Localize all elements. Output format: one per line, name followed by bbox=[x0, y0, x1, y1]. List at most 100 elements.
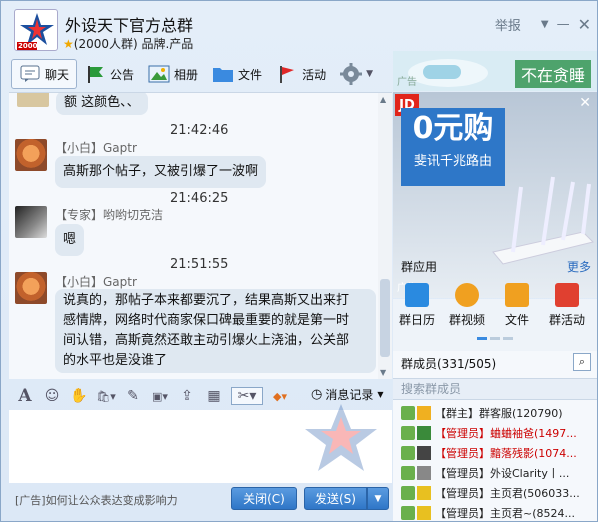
message-bubble: 高斯那个帖子，又被引爆了一波啊 bbox=[55, 156, 267, 188]
tab-chat[interactable]: 聊天 bbox=[11, 59, 78, 89]
app-label: 群日历 bbox=[398, 313, 435, 327]
member-avatar bbox=[401, 446, 415, 460]
right-panel: 广告 不在贪睡 JD ✕ 0元购 斐讯千兆路由 广告 群应用 更多 群日历 bbox=[393, 51, 597, 521]
scroll-down-icon[interactable]: ▼ bbox=[380, 368, 386, 377]
app-activity[interactable]: 群活动 bbox=[545, 283, 589, 328]
screenshot-icon[interactable]: ✂▾ bbox=[231, 387, 263, 405]
upload-icon[interactable]: ⇪ bbox=[177, 388, 197, 404]
font-icon[interactable]: A bbox=[15, 386, 35, 406]
scroll-up-icon[interactable]: ▲ bbox=[380, 95, 386, 104]
avatar[interactable] bbox=[15, 272, 47, 304]
tab-activity[interactable]: 活动 bbox=[269, 59, 333, 89]
vibrate-icon[interactable]: ✋ bbox=[69, 388, 89, 404]
member-search-input[interactable]: 搜索群成员 bbox=[393, 378, 597, 400]
message-history-button[interactable]: ◷ 消息记录 ▼ bbox=[311, 386, 384, 403]
emoji-icon[interactable]: ☺ bbox=[42, 388, 62, 404]
report-link[interactable]: 举报 bbox=[495, 15, 521, 34]
gift-icon[interactable]: ▦ bbox=[204, 388, 224, 404]
message-list[interactable]: 额 这颜色、、 21:42:46 【小白】Gaptr 高斯那个帖子，又被引爆了一… bbox=[9, 92, 392, 379]
ad-slogan: 不在贪睡 bbox=[514, 60, 591, 88]
member-item[interactable]: 【管理员】主页君~(8524... bbox=[401, 503, 591, 522]
mic-icon[interactable]: ✎ bbox=[123, 388, 143, 404]
message-sender: 【小白】Gaptr bbox=[55, 275, 137, 289]
member-name: 【管理员】主页君~(8524... bbox=[435, 507, 575, 520]
minimize-icon[interactable]: — bbox=[557, 17, 570, 32]
photo-icon bbox=[148, 64, 170, 84]
folder-icon bbox=[505, 283, 529, 307]
ad-tag: 广告 bbox=[397, 77, 417, 88]
message-line: 间认错，高斯竟然还敢主动引爆火上浇油，公关部 bbox=[63, 333, 350, 348]
member-item[interactable]: 【管理员】黯落残影(1074... bbox=[401, 443, 591, 463]
menu-dropdown-icon[interactable]: ▼ bbox=[541, 19, 549, 30]
chat-scrollbar[interactable]: ▲ ▼ bbox=[378, 93, 392, 379]
tab-album[interactable]: 相册 bbox=[141, 59, 205, 89]
member-search-icon[interactable]: ⌕ bbox=[573, 353, 591, 371]
group-name: 外设天下官方总群 bbox=[65, 16, 194, 35]
member-item[interactable]: 【管理员】蛐蛐袖爸(1497... bbox=[401, 423, 591, 443]
member-name: 【管理员】黯落残影(1074... bbox=[435, 447, 577, 460]
window-header: 2000 外设天下官方总群 ★(2000人群) 品牌.产品 举报 ▼ — ✕ bbox=[1, 1, 598, 53]
chat-icon bbox=[19, 64, 41, 84]
avatar[interactable] bbox=[15, 139, 47, 171]
message-bubble: 说真的，那帖子本来都要沉了，结果高斯又出来打 感情牌，网络时代商家保口碑最重要的… bbox=[55, 289, 376, 373]
flag-icon bbox=[84, 64, 106, 84]
message-sender: 【专家】哟哟切克洁 bbox=[55, 208, 164, 222]
member-avatar bbox=[401, 426, 415, 440]
apps-more-link[interactable]: 更多 bbox=[567, 258, 591, 275]
close-button[interactable]: 关闭(C) bbox=[231, 487, 297, 510]
tab-bar: 聊天 公告 相册 文件 活动 ▼ bbox=[11, 58, 389, 90]
window-controls: 举报 ▼ — ✕ bbox=[495, 15, 591, 34]
member-role-icon bbox=[417, 406, 431, 420]
history-label: 消息记录 bbox=[325, 388, 374, 402]
red-flag-icon bbox=[555, 283, 579, 307]
member-name: 【管理员】蛐蛐袖爸(1497... bbox=[435, 427, 577, 440]
member-avatar bbox=[401, 506, 415, 520]
member-item[interactable]: 【管理员】主页君(506033... bbox=[401, 483, 591, 503]
avatar[interactable] bbox=[17, 93, 49, 107]
app-label: 群视频 bbox=[448, 313, 485, 327]
member-role-icon bbox=[417, 506, 431, 520]
member-item[interactable]: 【管理员】外设Clarity丨... bbox=[401, 463, 591, 483]
clock-icon: ◷ bbox=[311, 387, 323, 402]
member-role-icon bbox=[417, 426, 431, 440]
close-icon[interactable]: ✕ bbox=[578, 15, 591, 34]
gift-shop-icon[interactable]: 🛍▾ bbox=[96, 390, 116, 403]
message-line: 说真的，那帖子本来都要沉了，结果高斯又出来打 bbox=[63, 293, 350, 308]
message-time: 21:42:46 bbox=[170, 123, 229, 138]
members-title: 群成员(331/505) bbox=[401, 357, 497, 371]
group-info-text: (2000人群) 品牌.产品 bbox=[73, 37, 194, 51]
scrollbar-thumb[interactable] bbox=[380, 279, 390, 357]
tab-files[interactable]: 文件 bbox=[205, 59, 269, 89]
message-input[interactable] bbox=[9, 410, 392, 483]
app-video[interactable]: 群视频 bbox=[445, 283, 489, 328]
message-line: 的水平也是没谁了 bbox=[63, 353, 168, 368]
member-avatar bbox=[401, 466, 415, 480]
apps-title: 群应用 bbox=[401, 260, 438, 274]
image-icon[interactable]: ▣▾ bbox=[150, 390, 170, 403]
group-avatar[interactable]: 2000 bbox=[14, 9, 58, 51]
app-files[interactable]: 文件 bbox=[495, 283, 539, 328]
settings-menu[interactable]: ▼ bbox=[333, 59, 380, 89]
chevron-down-icon: ▼ bbox=[366, 69, 373, 79]
tab-label: 相册 bbox=[174, 67, 199, 82]
app-label: 群活动 bbox=[548, 313, 585, 327]
avatar[interactable] bbox=[15, 206, 47, 238]
member-role-icon bbox=[417, 446, 431, 460]
tab-announcement[interactable]: 公告 bbox=[77, 59, 141, 89]
group-info: ★(2000人群) 品牌.产品 bbox=[63, 35, 193, 52]
red-packet-icon[interactable]: ◆▾ bbox=[270, 390, 290, 403]
send-button[interactable]: 发送(S) bbox=[304, 487, 367, 510]
folder-icon bbox=[212, 64, 234, 84]
bottom-bar: [广告]如何让公众表达变成影响力 关闭(C) 发送(S) ▼ bbox=[9, 484, 392, 514]
star-icon: ★ bbox=[63, 37, 74, 51]
send-options-button[interactable]: ▼ bbox=[367, 487, 389, 510]
message-sender: 【小白】Gaptr bbox=[55, 141, 137, 155]
member-role-icon bbox=[417, 486, 431, 500]
tab-label: 公告 bbox=[110, 67, 135, 82]
chat-window: 2000 外设天下官方总群 ★(2000人群) 品牌.产品 举报 ▼ — ✕ 聊… bbox=[0, 0, 598, 522]
member-item[interactable]: 【群主】群客服(120790) bbox=[401, 403, 591, 423]
app-label: 文件 bbox=[504, 313, 529, 327]
top-ad-banner[interactable]: 广告 不在贪睡 bbox=[393, 51, 597, 91]
app-calendar[interactable]: 群日历 bbox=[395, 283, 439, 328]
text-ad-link[interactable]: [广告]如何让公众表达变成影响力 bbox=[15, 492, 178, 508]
